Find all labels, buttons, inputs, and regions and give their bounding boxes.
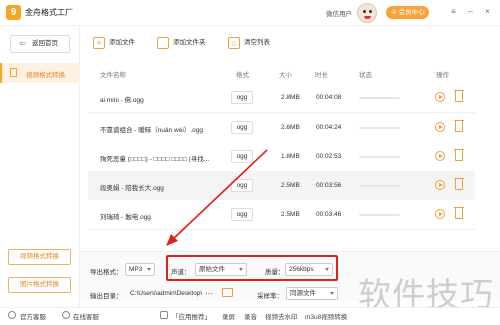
add-folder-label: 添加文件夹 bbox=[173, 39, 206, 46]
file-name: 段奥娟 - 陪我长大.ogg bbox=[100, 185, 164, 192]
file-size: 2.5MB bbox=[281, 211, 300, 218]
crown-icon: ♔ bbox=[391, 9, 399, 16]
file-name: ai mini - 佛.ogg bbox=[100, 97, 144, 104]
add-file-button[interactable]: + 添加文件 bbox=[93, 36, 135, 50]
screen-record-link[interactable]: 录屏 bbox=[222, 311, 235, 321]
file-name: 刘瑞琦 - 触电.ogg bbox=[100, 214, 151, 221]
format-select[interactable]: ogg bbox=[231, 91, 253, 104]
minimize-icon[interactable]: – bbox=[465, 6, 476, 17]
file-duration: 00:03:56 bbox=[316, 182, 342, 189]
trash-icon[interactable] bbox=[454, 120, 464, 132]
wechat-user-label[interactable]: 微信用户 bbox=[326, 8, 352, 18]
trash-icon[interactable] bbox=[454, 90, 464, 102]
play-icon[interactable] bbox=[435, 209, 445, 219]
vip-center-button[interactable]: ♔ 会员中心 bbox=[386, 6, 429, 19]
chevron-down-icon bbox=[330, 292, 334, 295]
play-icon[interactable] bbox=[435, 151, 445, 161]
output-format-select[interactable]: MP3 bbox=[125, 263, 155, 276]
progress-bar bbox=[359, 185, 400, 187]
file-size: 2.5MB bbox=[281, 182, 300, 189]
progress-bar bbox=[359, 214, 400, 216]
video-convert-button[interactable]: 视频格式转换 bbox=[8, 249, 71, 265]
play-icon[interactable] bbox=[435, 180, 445, 190]
plus-icon: + bbox=[93, 37, 105, 49]
file-duration: 00:02:53 bbox=[316, 153, 342, 160]
broom-icon: ⌂ bbox=[228, 37, 240, 49]
file-size: 2.8MB bbox=[281, 94, 300, 101]
close-icon[interactable]: × bbox=[482, 6, 493, 17]
output-format-value: MP3 bbox=[129, 266, 143, 273]
menu-icon[interactable]: ≡ bbox=[448, 6, 459, 17]
chat-icon bbox=[62, 311, 70, 319]
trash-icon[interactable] bbox=[454, 207, 464, 219]
add-file-label: 添加文件 bbox=[109, 39, 135, 46]
table-row[interactable]: 不靠谱组合 - 暧昧（nuǎn wèi）.ogg ogg 2.6MB 00:04… bbox=[88, 113, 475, 143]
m3u8-convert-link[interactable]: m3u8视频转换 bbox=[305, 311, 347, 321]
table-row[interactable]: ai mini - 佛.ogg ogg 2.8MB 00:04:08 bbox=[88, 83, 475, 113]
online-support-link[interactable]: 在线客服 bbox=[73, 311, 99, 321]
sidebar-item-label: 视频格式转换 bbox=[26, 72, 65, 79]
audio-record-link[interactable]: 录音 bbox=[244, 311, 257, 321]
clear-list-label: 清空列表 bbox=[244, 39, 270, 46]
file-name: 不靠谱组合 - 暧昧（nuǎn wèi）.ogg bbox=[100, 127, 203, 134]
file-name: 殉死恶童 (□□□□) - □□□□ □□□□ (寻找... bbox=[100, 156, 210, 163]
remove-watermark-link[interactable]: 视频去水印 bbox=[265, 311, 298, 321]
folder-icon[interactable] bbox=[222, 288, 233, 297]
official-support-link[interactable]: 官方客服 bbox=[20, 311, 46, 321]
back-home-button[interactable]: ⇦ 返回首页 bbox=[10, 35, 70, 53]
format-select[interactable]: ogg bbox=[231, 208, 253, 221]
file-size: 2.6MB bbox=[281, 124, 300, 131]
table-row-selected[interactable]: 段奥娟 - 陪我长大.ogg ogg 2.5MB 00:03:56 bbox=[88, 171, 475, 201]
sidebar-item-video-convert[interactable]: 视频格式转换 bbox=[0, 63, 80, 83]
progress-bar bbox=[359, 97, 400, 99]
col-header-status: 状态 bbox=[359, 72, 372, 79]
app-recommend-link[interactable]: 「应用推荐」 bbox=[172, 311, 211, 321]
trash-icon[interactable] bbox=[454, 149, 464, 161]
samplerate-value: 同源文件 bbox=[290, 290, 316, 297]
file-duration: 00:04:24 bbox=[316, 124, 342, 131]
folder-icon bbox=[157, 37, 169, 49]
vip-center-label: 会员中心 bbox=[398, 9, 425, 16]
col-header-action: 操作 bbox=[436, 72, 449, 79]
back-arrow-icon: ⇦ bbox=[19, 39, 26, 48]
recommend-icon bbox=[160, 311, 168, 319]
clear-list-button[interactable]: ⌂ 清空列表 bbox=[228, 36, 270, 50]
samplerate-label: 采样率： bbox=[257, 293, 283, 300]
table-row[interactable]: 刘瑞琦 - 触电.ogg ogg 2.5MB 00:03:46 bbox=[88, 200, 475, 230]
play-icon[interactable] bbox=[435, 92, 445, 102]
col-header-duration: 时长 bbox=[315, 72, 328, 79]
file-duration: 00:03:46 bbox=[316, 211, 342, 218]
headset-icon bbox=[8, 311, 16, 319]
play-icon[interactable] bbox=[435, 122, 445, 132]
format-select[interactable]: ogg bbox=[231, 150, 253, 163]
format-select[interactable]: ogg bbox=[231, 179, 253, 192]
avatar[interactable] bbox=[357, 3, 377, 23]
chevron-down-icon bbox=[147, 268, 151, 271]
table-row[interactable]: 殉死恶童 (□□□□) - □□□□ □□□□ (寻找... ogg 1.8MB… bbox=[88, 142, 475, 172]
file-size: 1.8MB bbox=[281, 153, 300, 160]
col-header-name: 文件名称 bbox=[100, 72, 126, 79]
col-header-size: 大小 bbox=[279, 72, 292, 79]
file-duration: 00:04:08 bbox=[316, 94, 342, 101]
output-dir-path[interactable]: C:\Users\admin\Desktop\ bbox=[130, 290, 202, 297]
progress-bar bbox=[359, 127, 400, 129]
image-convert-button[interactable]: 图片格式转换 bbox=[8, 277, 71, 293]
output-dir-label: 输出目录： bbox=[90, 293, 123, 300]
app-logo-icon: 9 bbox=[6, 5, 21, 20]
trash-icon[interactable] bbox=[454, 178, 464, 190]
app-title: 金舟格式工厂 bbox=[25, 8, 73, 17]
progress-bar bbox=[359, 156, 400, 158]
back-home-label: 返回首页 bbox=[32, 40, 58, 47]
format-select[interactable]: ogg bbox=[231, 121, 253, 134]
highlight-box bbox=[166, 255, 338, 281]
col-header-format: 格式 bbox=[236, 72, 249, 79]
samplerate-select[interactable]: 同源文件 bbox=[286, 287, 338, 300]
add-folder-button[interactable]: 添加文件夹 bbox=[157, 36, 206, 50]
format-label: 导出格式： bbox=[90, 269, 123, 276]
browse-button[interactable]: ··· bbox=[205, 289, 213, 298]
file-icon bbox=[10, 68, 17, 77]
